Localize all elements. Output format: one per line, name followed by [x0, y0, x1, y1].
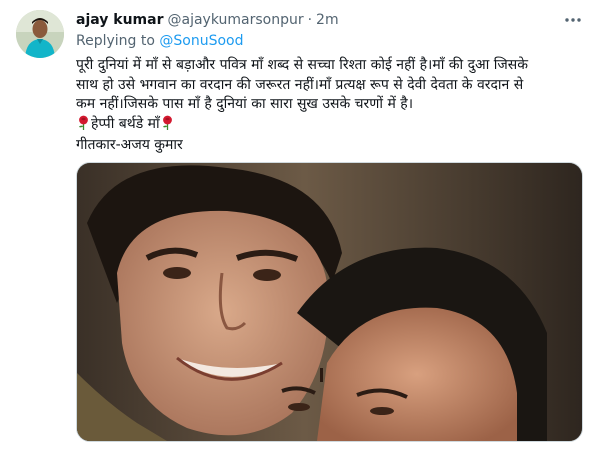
tweet-media-photo[interactable]	[76, 162, 583, 442]
birthday-text: हेप्पी बर्थडे माँ	[91, 115, 160, 132]
replying-to-mention[interactable]: @SonuSood	[159, 33, 243, 49]
photo-image	[77, 163, 582, 441]
tweet-text-line: कम नहीं।जिसके पास माँ है दुनियां का सारा…	[76, 96, 414, 112]
tweet-content: ajay kumar @ajaykumarsonpur · 2m Replyin…	[76, 10, 588, 156]
author-avatar[interactable]	[16, 10, 64, 58]
more-dots-icon	[565, 18, 581, 22]
author-handle[interactable]: @ajaykumarsonpur	[167, 12, 303, 28]
more-options-button[interactable]	[562, 10, 584, 30]
birthday-line: हेप्पी बर्थडे माँ	[76, 115, 584, 137]
avatar-photo	[16, 10, 64, 58]
tweet-text: पूरी दुनियां में माँ से बड़ाऔर पवित्र मा…	[76, 56, 584, 156]
signature: गीतकार-अजय कुमार	[76, 137, 183, 153]
replying-to: Replying to @SonuSood	[76, 33, 588, 51]
tweet-text-line: पूरी दुनियां में माँ से बड़ाऔर पवित्र मा…	[76, 57, 529, 73]
rose-emoji-icon	[161, 115, 174, 137]
author-name[interactable]: ajay kumar	[76, 12, 163, 28]
replying-to-label: Replying to	[76, 33, 155, 49]
rose-emoji-icon	[77, 115, 90, 137]
timestamp[interactable]: 2m	[316, 12, 339, 28]
tweet-text-line: साथ हो उसे भगवान का वरदान की जरूरत नहीं।…	[76, 76, 524, 93]
tweet-header: ajay kumar @ajaykumarsonpur · 2m	[76, 10, 588, 30]
separator-dot: ·	[307, 12, 313, 28]
tweet[interactable]: ajay kumar @ajaykumarsonpur · 2m Replyin…	[0, 0, 600, 450]
